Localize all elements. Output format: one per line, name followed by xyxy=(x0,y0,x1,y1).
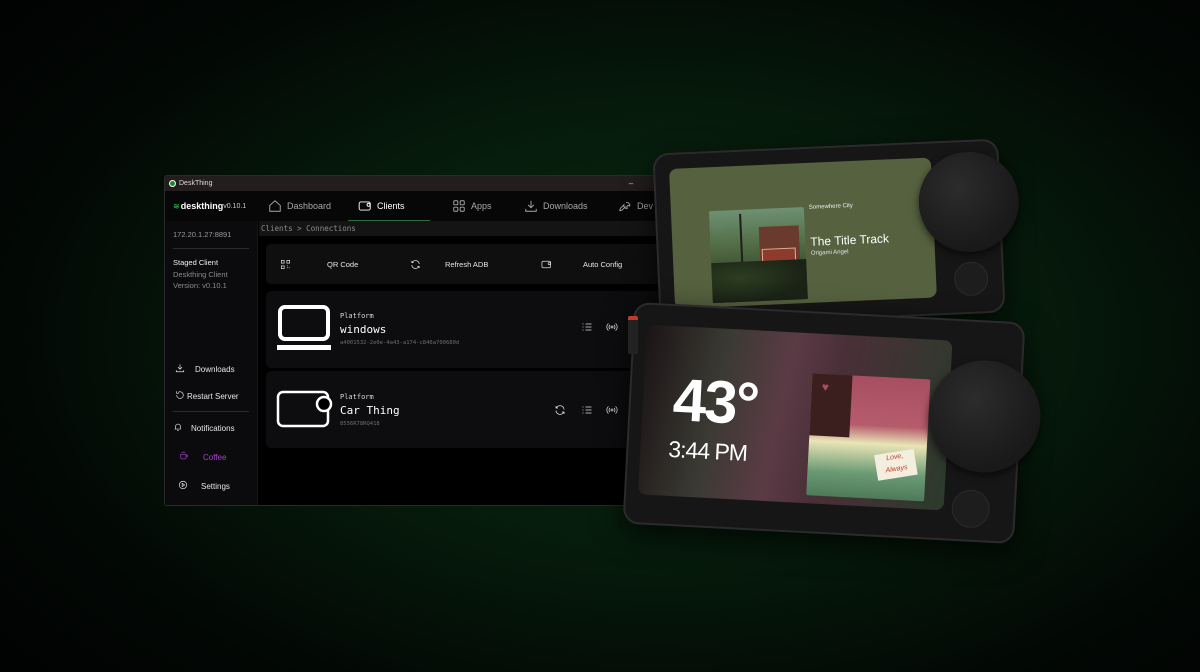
song-title: The Title Track xyxy=(810,231,890,249)
staged-client-subtitle: Deskthing Client xyxy=(173,269,228,279)
auto-config-label: Auto Config xyxy=(583,259,623,269)
divider xyxy=(173,411,249,412)
brand-version: v0.10.1 xyxy=(223,202,247,210)
sidebar-item-coffee[interactable]: Coffee xyxy=(165,448,257,466)
connection-toolbar: QR Code Refresh ADB Auto Config xyxy=(266,244,665,284)
sidebar-item-label: Downloads xyxy=(195,364,235,374)
sidebar-item-restart-server[interactable]: Restart Server xyxy=(165,387,257,405)
temperature: 43° xyxy=(671,366,760,438)
album-art: ♥ Love, Always xyxy=(806,373,931,502)
sidebar-item-label: Restart Server xyxy=(187,391,239,401)
deskthing-window: DeskThing – ▢ ≋ deskthing v0.10.1 Dashbo… xyxy=(164,175,674,506)
platform-name: Car Thing xyxy=(340,404,400,417)
client-card[interactable]: Platform Car Thing 8556R78RQ418 xyxy=(266,371,665,448)
tab-label: Downloads xyxy=(543,201,588,211)
car-thing-icon xyxy=(276,390,333,428)
tab-label: Clients xyxy=(377,201,405,211)
window-title: DeskThing xyxy=(179,180,213,187)
tab-label: Apps xyxy=(471,201,492,211)
restart-icon xyxy=(173,390,187,403)
sidebar: 172.20.1.27:8891 Staged Client Deskthing… xyxy=(165,221,258,505)
coffee-icon xyxy=(165,451,203,464)
sidebar-item-settings[interactable]: Settings xyxy=(165,477,257,495)
auto-config-button[interactable]: Auto Config xyxy=(541,259,622,270)
sidebar-item-downloads[interactable]: Downloads xyxy=(165,360,257,378)
staged-client-info: Staged Client Deskthing Client Version: … xyxy=(173,257,228,292)
download-icon xyxy=(525,200,537,212)
grid-icon xyxy=(453,200,465,212)
ping-button[interactable] xyxy=(606,321,618,335)
client-id: a4001532-2e0e-4a43-a174-c846a700680d xyxy=(340,340,460,346)
device-icon xyxy=(358,201,371,211)
client-card[interactable]: Platform windows a4001532-2e0e-4a43-a174… xyxy=(266,291,665,368)
tab-dashboard[interactable]: Dashboard xyxy=(258,191,348,221)
minimize-button[interactable]: – xyxy=(617,179,645,188)
device-back-button[interactable] xyxy=(950,488,991,529)
car-thing-device-clock: 43° 3:44 PM ♥ Love, Always xyxy=(622,301,1044,545)
device-screen: Somewhere City The Title Track Origami A… xyxy=(669,157,937,309)
device-icon xyxy=(541,260,551,268)
album-art-note: Love, Always xyxy=(874,448,918,481)
device-back-button[interactable] xyxy=(953,261,989,297)
title-bar: DeskThing – ▢ xyxy=(165,176,673,191)
brand-name: deskthing xyxy=(180,201,224,211)
qr-code-icon xyxy=(281,259,290,269)
heart-icon: ♥ xyxy=(821,379,830,395)
details-button[interactable] xyxy=(581,404,593,418)
sidebar-item-label: Notifications xyxy=(191,423,235,433)
list-icon xyxy=(582,406,592,414)
tab-apps[interactable]: Apps xyxy=(430,191,510,221)
album-art-trees xyxy=(711,259,808,304)
broadcast-icon xyxy=(606,406,618,414)
song-artist: Origami Angel xyxy=(810,249,849,257)
server-address: 172.20.1.27:8891 xyxy=(173,230,232,239)
reload-button[interactable] xyxy=(554,404,566,418)
sidebar-item-label: Coffee xyxy=(203,452,227,462)
platform-label: Platform xyxy=(340,312,374,320)
platform-label: Platform xyxy=(340,393,374,401)
list-icon xyxy=(582,323,592,331)
tab-label: Dashboard xyxy=(287,201,332,211)
spotify-side-tab xyxy=(628,316,638,354)
refresh-icon xyxy=(555,405,565,415)
sidebar-item-label: Settings xyxy=(201,481,230,491)
ping-button[interactable] xyxy=(606,404,618,418)
staged-client-title: Staged Client xyxy=(173,258,219,267)
clock-time: 3:44 PM xyxy=(667,435,748,466)
platform-name: windows xyxy=(340,323,387,336)
laptop-icon xyxy=(277,305,331,350)
staged-client-version: Version: v0.10.1 xyxy=(173,281,227,290)
qr-code-label: QR Code xyxy=(327,259,359,269)
album-name: Somewhere City xyxy=(808,202,853,211)
settings-icon xyxy=(165,480,201,493)
wifi-logo-icon: ≋ xyxy=(173,201,180,211)
divider xyxy=(173,248,249,249)
wrench-icon xyxy=(619,202,631,212)
tab-downloads[interactable]: Downloads xyxy=(510,191,608,221)
bell-icon xyxy=(165,422,191,435)
app-logo-icon xyxy=(169,180,176,187)
brand: ≋ deskthing v0.10.1 xyxy=(165,201,258,211)
client-id: 8556R78RQ418 xyxy=(340,421,380,427)
home-icon xyxy=(269,200,281,212)
details-button[interactable] xyxy=(581,321,593,335)
breadcrumb: Clients > Connections xyxy=(259,221,673,236)
broadcast-icon xyxy=(606,323,618,331)
download-icon xyxy=(165,363,195,376)
main-content: Clients > Connections QR Code Refresh AD… xyxy=(259,221,673,505)
refresh-adb-label: Refresh ADB xyxy=(445,259,489,269)
tab-label: Dev xyxy=(637,201,654,211)
top-navigation: ≋ deskthing v0.10.1 Dashboard Clients Ap… xyxy=(165,191,673,221)
album-art-door xyxy=(809,373,853,438)
device-screen: 43° 3:44 PM ♥ Love, Always xyxy=(638,324,953,511)
car-thing-device-music: Somewhere City The Title Track Origami A… xyxy=(652,138,1021,328)
qr-code-button[interactable]: QR Code xyxy=(280,259,358,270)
album-art xyxy=(708,207,808,304)
tab-clients[interactable]: Clients xyxy=(348,191,430,221)
refresh-adb-button[interactable]: Refresh ADB xyxy=(410,259,488,270)
sidebar-item-notifications[interactable]: Notifications xyxy=(165,419,257,437)
refresh-icon xyxy=(411,259,420,269)
